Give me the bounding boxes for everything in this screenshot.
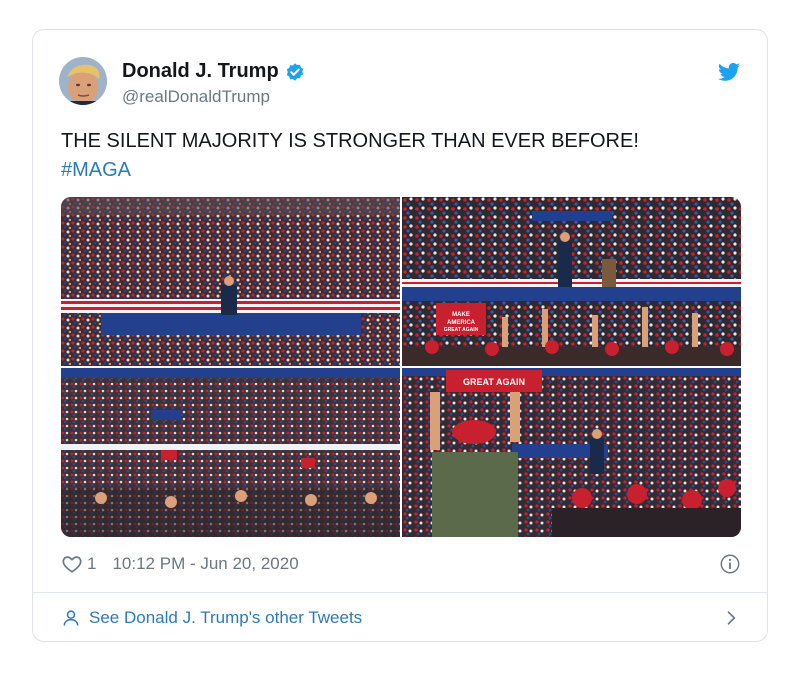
photo-sign-text: GREAT AGAIN <box>463 377 525 387</box>
author-handle[interactable]: @realDonaldTrump <box>122 87 270 107</box>
verified-badge-icon <box>286 62 303 81</box>
heart-icon[interactable] <box>61 553 83 575</box>
rally-photo-speaker-sign: MAKE AMERICA GREAT AGAIN <box>402 197 741 366</box>
photo-sign-text: MAKE <box>452 312 470 318</box>
tweet-body: THE SILENT MAJORITY IS STRONGER THAN EVE… <box>61 130 639 152</box>
avatar[interactable] <box>59 57 107 105</box>
tweet-timestamp[interactable]: 10:12 PM - Jun 20, 2020 <box>112 554 298 574</box>
see-other-tweets-link[interactable]: See Donald J. Trump's other Tweets <box>61 605 741 631</box>
tweet-meta: 1 10:12 PM - Jun 20, 2020 <box>61 552 741 576</box>
person-icon <box>63 610 79 626</box>
like-count: 1 <box>87 554 97 573</box>
svg-text:AMERICA: AMERICA <box>447 320 476 326</box>
photo-3[interactable] <box>61 368 400 537</box>
svg-text:GREAT AGAIN: GREAT AGAIN <box>444 327 479 333</box>
twitter-bird-icon[interactable] <box>717 60 741 84</box>
see-other-tweets-label[interactable]: See Donald J. Trump's other Tweets <box>89 608 362 628</box>
media-grid: MAKE AMERICA GREAT AGAIN GREAT AGAIN <box>61 197 741 537</box>
avatar-image <box>59 57 107 105</box>
author-display-name[interactable]: Donald J. Trump <box>122 60 279 83</box>
rally-photo-arena-stage <box>61 197 400 366</box>
photo-2[interactable]: MAKE AMERICA GREAT AGAIN <box>402 197 741 366</box>
tweet-card: Donald J. Trump @realDonaldTrump THE SIL… <box>32 29 768 642</box>
info-icon[interactable] <box>719 553 741 575</box>
rally-photo-wide-arena <box>61 368 400 537</box>
divider <box>33 592 767 593</box>
author-name-row[interactable]: Donald J. Trump <box>122 60 305 83</box>
rally-photo-supporter-sign: GREAT AGAIN <box>402 368 741 537</box>
chevron-right-icon[interactable] <box>721 608 741 628</box>
photo-1[interactable] <box>61 197 400 366</box>
tweet-text: THE SILENT MAJORITY IS STRONGER THAN EVE… <box>61 127 741 185</box>
photo-4[interactable]: GREAT AGAIN <box>402 368 741 537</box>
hashtag-link[interactable]: #MAGA <box>61 156 741 185</box>
